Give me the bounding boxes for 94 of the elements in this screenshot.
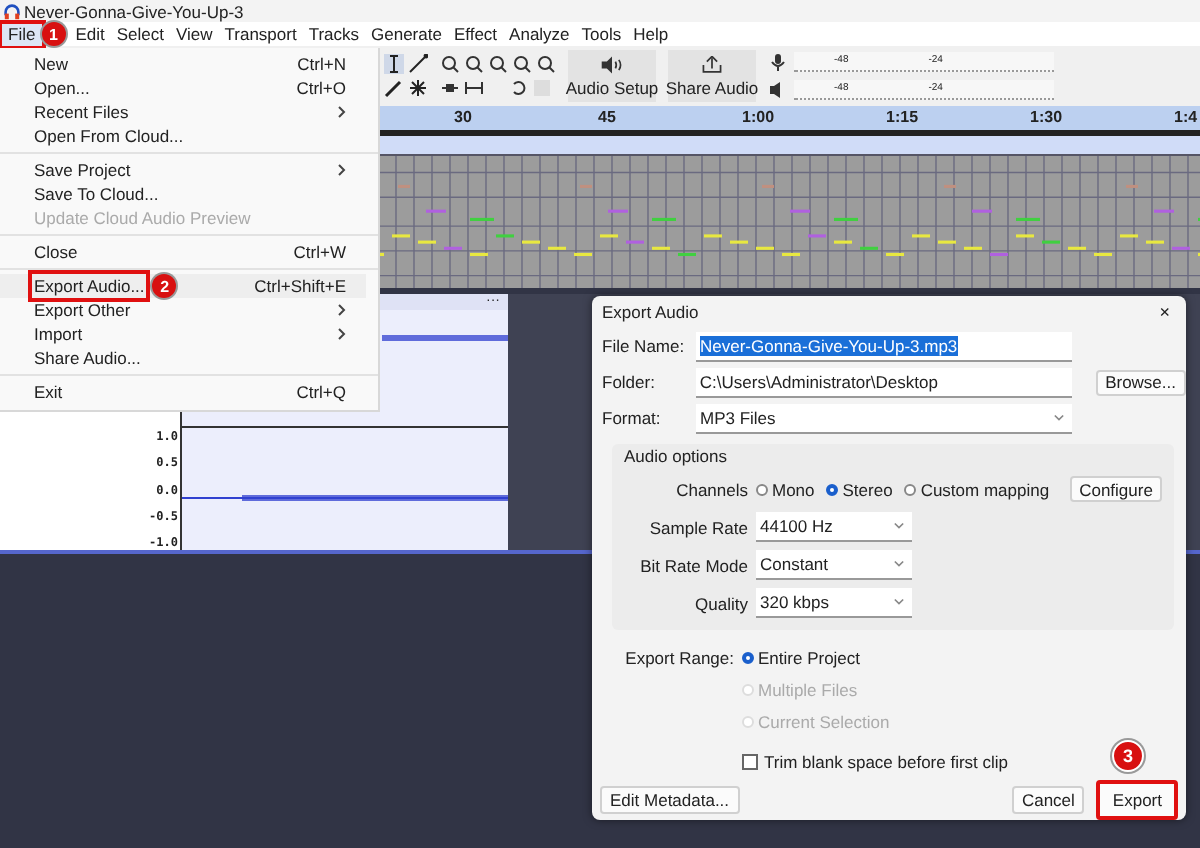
radio-option[interactable]: Mono [756, 479, 815, 500]
menu-entry-label: Save To Cloud... [34, 184, 159, 204]
chevron-down-icon [894, 598, 904, 607]
field-label: Channels [674, 479, 748, 500]
zoom-icon[interactable] [512, 54, 532, 74]
menu-item[interactable]: Edit [69, 23, 111, 45]
format-dropdown[interactable]: MP3 Files [696, 403, 1072, 434]
cursor-icon[interactable] [384, 54, 404, 74]
step-badge: 2 [152, 274, 177, 298]
shortcut-label: Ctrl+W [293, 242, 346, 262]
headphones-icon [4, 3, 20, 19]
menu-entry-label: Open From Cloud... [34, 126, 184, 146]
field-label: Folder: [602, 372, 657, 393]
checkbox-option[interactable]: Trim blank space before first clip [742, 752, 1009, 773]
waveform [382, 334, 508, 342]
field-label: Format: [602, 408, 663, 429]
dialog-button[interactable]: Export [1096, 779, 1178, 820]
dropdown[interactable]: 320 kbps [756, 588, 912, 619]
browse-button[interactable]: Browse... [1095, 369, 1186, 396]
menu-entry[interactable]: Export Audio... 2 Ctrl+Shift+E [0, 274, 366, 298]
ruler-label: 30 [454, 106, 474, 130]
menu-entry-label: Save Project [34, 160, 131, 180]
multi-tool-icon[interactable] [408, 78, 428, 98]
menu-entry-label: Export Other [34, 300, 131, 320]
field-label: Quality [693, 593, 748, 614]
dialog-button[interactable]: Edit Metadata... [600, 785, 740, 814]
configure-button[interactable]: Configure [1069, 476, 1163, 503]
speaker-icon [600, 55, 624, 73]
menu-entry-label: Open... [34, 78, 90, 98]
menu-entry[interactable]: Open... Ctrl+O [0, 76, 366, 100]
ruler-label: 1:15 [886, 106, 921, 130]
radio-option[interactable]: Stereo [826, 479, 893, 500]
dialog-title: Export Audio [602, 302, 699, 323]
menu-entry[interactable]: New Ctrl+N [0, 52, 366, 76]
folder-field[interactable]: C:\Users\Administrator\Desktop [695, 367, 1072, 398]
dialog-button[interactable]: Cancel [1011, 785, 1085, 814]
menu-entry-label: Recent Files [34, 102, 129, 122]
field-label: Sample Rate [647, 517, 748, 538]
menu-item[interactable]: Analyze [503, 23, 576, 45]
microphone-icon[interactable] [768, 52, 788, 72]
menu-entry[interactable]: Open From Cloud... [0, 124, 366, 148]
pencil-icon[interactable] [384, 78, 404, 98]
menu-item[interactable]: Transport [218, 23, 303, 45]
zoom-icon[interactable] [440, 54, 460, 74]
shortcut-label: Ctrl+Shift+E [254, 276, 346, 296]
field-label: Export Range: [625, 648, 734, 669]
menu-entry-label: Close [34, 242, 78, 262]
radio-option[interactable]: Custom mapping [904, 479, 1050, 500]
menu-item[interactable]: File [2, 23, 42, 45]
menu-entry-label: Exit [34, 382, 63, 402]
audio-setup-button[interactable]: Audio Setup [568, 50, 656, 102]
zoom-icon[interactable] [488, 54, 508, 74]
menu-item[interactable]: Generate [365, 23, 448, 45]
menu-entry[interactable]: Recent Files [0, 100, 366, 124]
zoom-icon[interactable] [536, 54, 556, 74]
menu-item[interactable]: Tools [575, 23, 628, 45]
undo-icon[interactable] [508, 78, 528, 98]
chevron-down-icon [894, 522, 904, 531]
dropdown[interactable]: 44100 Hz [756, 512, 912, 543]
share-audio-button[interactable]: Share Audio [668, 50, 756, 102]
menu-entry-label: New [34, 54, 69, 74]
file-name-field[interactable]: Never-Gonna-Give-You-Up-3.mp3 [696, 331, 1072, 362]
shortcut-label: Ctrl+N [297, 54, 346, 74]
close-button[interactable]: × [1159, 302, 1170, 323]
section-heading: Audio options [622, 444, 730, 471]
menu-entry-label: Export Audio... [34, 276, 145, 296]
ruler-label: 1:00 [742, 106, 777, 130]
field-label: File Name: [602, 336, 687, 357]
menu-item[interactable]: Select [110, 23, 170, 45]
dropdown[interactable]: Constant [756, 550, 912, 581]
menu-item[interactable]: Tracks [302, 23, 366, 45]
window-title: Never-Gonna-Give-You-Up-3 [24, 1, 244, 21]
radio-option[interactable]: Entire Project [742, 648, 861, 669]
shortcut-label: Ctrl+O [296, 78, 346, 98]
menu-entry-label: Share Audio... [34, 348, 141, 368]
menu-item[interactable]: Effect [447, 23, 504, 45]
menu-entry[interactable]: Save To Cloud... [0, 182, 366, 206]
shortcut-label: Ctrl+Q [296, 382, 346, 402]
menu-entry[interactable]: Close Ctrl+W [0, 240, 366, 264]
step-badge: 3 [1112, 740, 1144, 772]
ruler-label: 45 [598, 106, 618, 130]
menu-item[interactable]: Help [627, 23, 675, 45]
menu-item[interactable]: View [169, 23, 219, 45]
ruler-label: 1:30 [1030, 106, 1065, 130]
menu-entry[interactable]: Save Project [0, 158, 366, 182]
zoom-icon[interactable] [464, 54, 484, 74]
chevron-down-icon [894, 560, 904, 569]
upload-icon [700, 55, 724, 73]
menu-entry-label: Update Cloud Audio Preview [34, 208, 251, 228]
chevron-down-icon [1054, 413, 1064, 422]
menu-entry-label: Import [34, 324, 83, 344]
field-label: Bit Rate Mode [638, 555, 748, 576]
ruler-label: 1:4 [1174, 106, 1200, 130]
step-badge: 1 [41, 22, 66, 46]
